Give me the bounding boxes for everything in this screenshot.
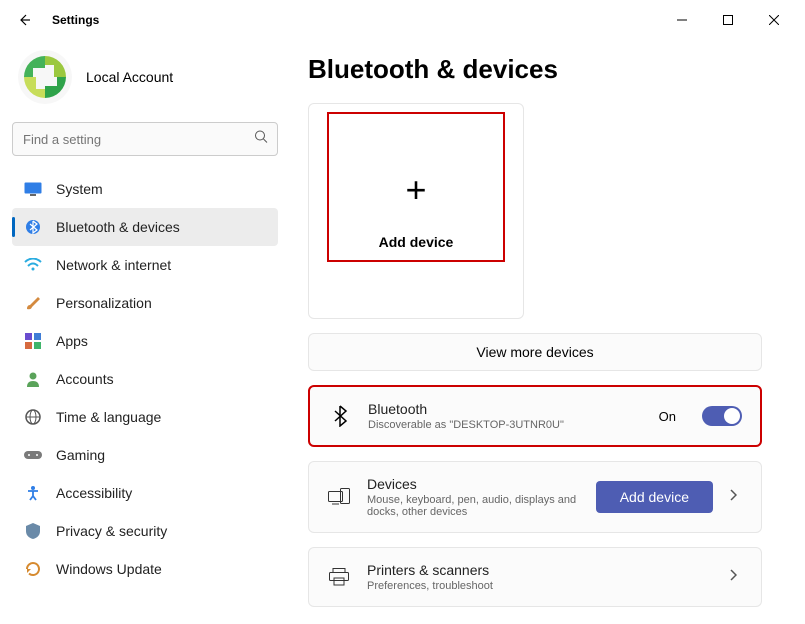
sidebar-item-accounts[interactable]: Accounts <box>12 360 278 398</box>
sidebar-item-label: Bluetooth & devices <box>56 219 180 235</box>
view-more-label: View more devices <box>476 344 593 360</box>
add-device-card[interactable]: + Add device <box>308 103 524 319</box>
account-name: Local Account <box>86 69 173 85</box>
sidebar-item-gaming[interactable]: Gaming <box>12 436 278 474</box>
printers-tile[interactable]: Printers & scanners Preferences, trouble… <box>308 547 762 607</box>
update-icon <box>24 560 42 578</box>
profile-section[interactable]: Local Account <box>12 46 278 122</box>
nav-list: System Bluetooth & devices Network & int… <box>12 170 278 588</box>
sidebar-item-label: System <box>56 181 103 197</box>
sidebar-item-label: Personalization <box>56 295 152 311</box>
minimize-button[interactable] <box>659 4 705 36</box>
devices-title: Devices <box>367 476 580 492</box>
clock-globe-icon <box>24 408 42 426</box>
add-device-button[interactable]: Add device <box>596 481 713 513</box>
shield-icon <box>24 522 42 540</box>
window-title: Settings <box>52 13 99 27</box>
bluetooth-glyph-icon <box>328 404 352 428</box>
person-icon <box>24 370 42 388</box>
sidebar-item-system[interactable]: System <box>12 170 278 208</box>
chevron-right-icon <box>729 488 743 506</box>
printers-subtitle: Preferences, troubleshoot <box>367 580 713 592</box>
sidebar-item-windows-update[interactable]: Windows Update <box>12 550 278 588</box>
sidebar-item-label: Network & internet <box>56 257 171 273</box>
chevron-right-icon <box>729 568 743 586</box>
sidebar-item-label: Gaming <box>56 447 105 463</box>
back-button[interactable] <box>8 4 40 36</box>
bluetooth-toggle[interactable] <box>702 406 742 426</box>
monitor-icon <box>24 180 42 198</box>
sidebar-item-label: Accounts <box>56 371 114 387</box>
apps-icon <box>24 332 42 350</box>
accessibility-icon <box>24 484 42 502</box>
sidebar-item-label: Time & language <box>56 409 161 425</box>
close-button[interactable] <box>751 4 797 36</box>
devices-tile[interactable]: Devices Mouse, keyboard, pen, audio, dis… <box>308 461 762 533</box>
sidebar-item-network[interactable]: Network & internet <box>12 246 278 284</box>
bluetooth-toggle-tile[interactable]: Bluetooth Discoverable as "DESKTOP-3UTNR… <box>308 385 762 447</box>
sidebar-item-time-language[interactable]: Time & language <box>12 398 278 436</box>
view-more-devices-button[interactable]: View more devices <box>308 333 762 371</box>
bluetooth-icon <box>24 218 42 236</box>
bluetooth-title: Bluetooth <box>368 401 643 417</box>
page-title: Bluetooth & devices <box>308 54 795 85</box>
gamepad-icon <box>24 446 42 464</box>
printer-icon <box>327 565 351 589</box>
bluetooth-state-label: On <box>659 409 676 424</box>
sidebar-item-privacy-security[interactable]: Privacy & security <box>12 512 278 550</box>
devices-icon <box>327 485 351 509</box>
sidebar-item-label: Accessibility <box>56 485 132 501</box>
highlight-add-device <box>327 112 505 262</box>
sidebar-item-label: Apps <box>56 333 88 349</box>
sidebar-item-personalization[interactable]: Personalization <box>12 284 278 322</box>
sidebar-item-bluetooth-devices[interactable]: Bluetooth & devices <box>12 208 278 246</box>
maximize-button[interactable] <box>705 4 751 36</box>
brush-icon <box>24 294 42 312</box>
sidebar-item-accessibility[interactable]: Accessibility <box>12 474 278 512</box>
sidebar: Local Account System Bluetooth & devices… <box>0 40 290 624</box>
main-content: Bluetooth & devices + Add device View mo… <box>290 40 805 624</box>
sidebar-item-label: Privacy & security <box>56 523 167 539</box>
devices-subtitle: Mouse, keyboard, pen, audio, displays an… <box>367 494 580 518</box>
avatar <box>18 50 72 104</box>
search-input[interactable] <box>12 122 278 156</box>
printers-title: Printers & scanners <box>367 562 713 578</box>
search-icon <box>254 130 268 149</box>
bluetooth-subtitle: Discoverable as "DESKTOP-3UTNR0U" <box>368 419 643 431</box>
wifi-icon <box>24 256 42 274</box>
sidebar-item-apps[interactable]: Apps <box>12 322 278 360</box>
sidebar-item-label: Windows Update <box>56 561 162 577</box>
